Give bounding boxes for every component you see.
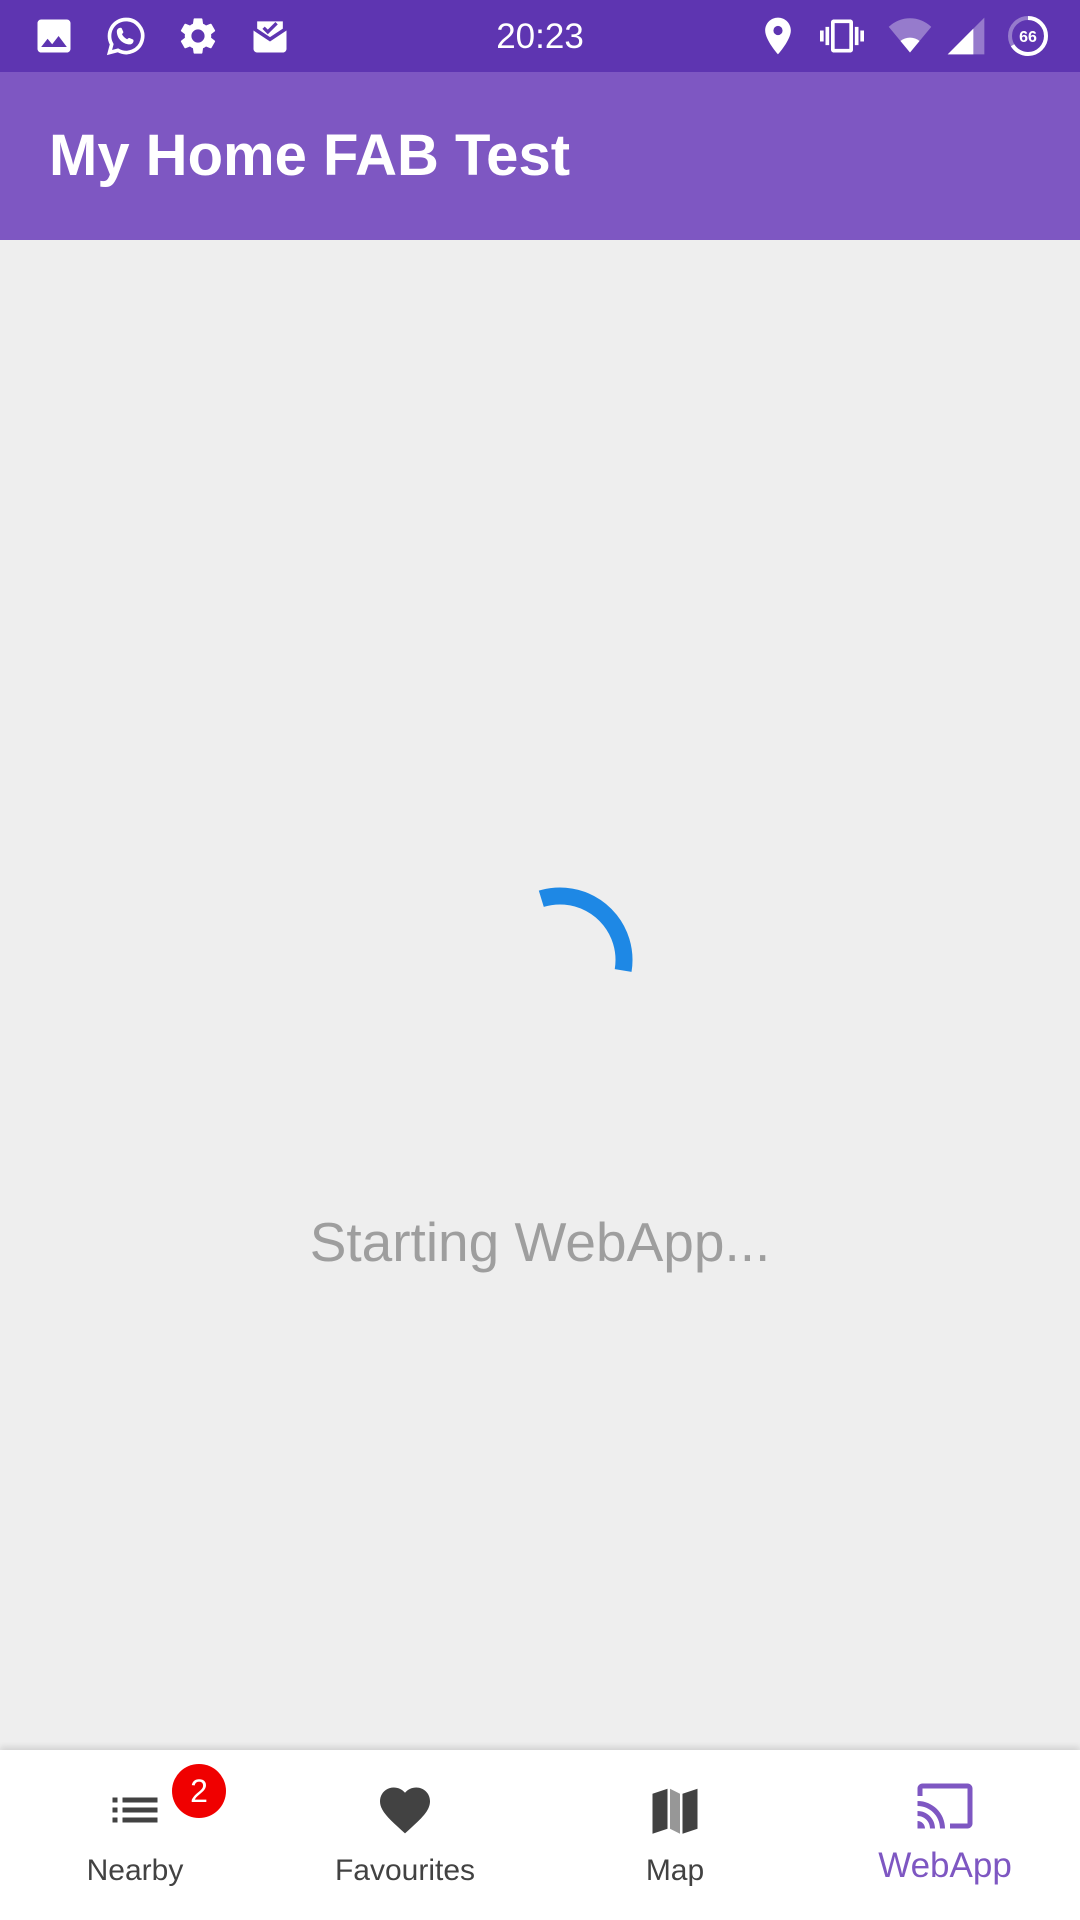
nav-label-webapp: WebApp (878, 1846, 1012, 1885)
map-icon (645, 1780, 705, 1840)
notification-badge: 2 (172, 1764, 226, 1818)
loading-text: Starting WebApp... (309, 1211, 771, 1273)
app-title: My Home FAB Test (49, 123, 571, 188)
battery-saver-icon: 66 (1006, 14, 1050, 58)
cellular-signal-icon (944, 14, 988, 58)
list-icon (105, 1780, 165, 1840)
cast-icon (915, 1776, 975, 1836)
wifi-icon (888, 14, 932, 58)
nav-label-nearby: Nearby (86, 1854, 184, 1887)
app-screen: 20:23 66 My Home FAB Test Starting WebAp… (0, 0, 1080, 1920)
nav-label-favourites: Favourites (334, 1854, 476, 1887)
bottom-navigation: 2 Nearby Favourites Map WebApp (0, 1750, 1080, 1920)
vibrate-icon (820, 14, 864, 58)
app-bar: My Home FAB Test (0, 72, 1080, 240)
nav-item-webapp[interactable]: WebApp (810, 1750, 1080, 1920)
nav-label-map: Map (645, 1854, 705, 1887)
heart-icon (375, 1780, 435, 1840)
loading-spinner (487, 887, 633, 1033)
location-icon (756, 14, 800, 58)
nav-item-favourites[interactable]: Favourites (270, 1750, 540, 1920)
status-bar: 20:23 66 (0, 0, 1080, 72)
battery-level-text: 66 (1019, 29, 1037, 46)
nav-item-nearby[interactable]: 2 Nearby (0, 1750, 270, 1920)
webapp-content: Starting WebApp... (0, 240, 1080, 1750)
nav-item-map[interactable]: Map (540, 1750, 810, 1920)
